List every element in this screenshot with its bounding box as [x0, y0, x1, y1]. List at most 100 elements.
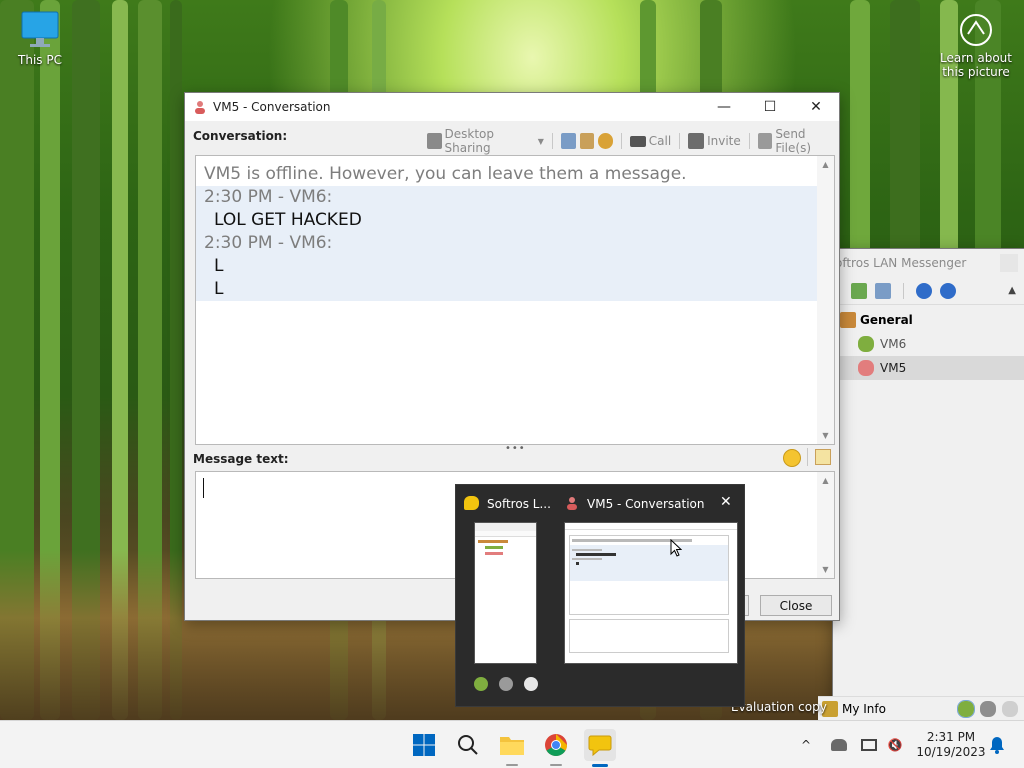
status-offline-icon[interactable] [1002, 700, 1018, 717]
text-cursor [203, 478, 204, 498]
cursor-icon [670, 539, 682, 557]
display-icon[interactable] [858, 721, 880, 768]
status-away-icon[interactable] [499, 677, 513, 691]
open-folder-icon[interactable] [851, 282, 867, 299]
send-files-button[interactable]: Send File(s) [757, 127, 839, 155]
invite-icon [688, 133, 705, 149]
desktop-sharing-button[interactable]: Desktop Sharing ▼ [427, 127, 544, 155]
message-line: VM5 is offline. However, you can leave t… [204, 164, 687, 184]
minimize-icon[interactable]: — [701, 93, 747, 121]
conversation-label: Conversation: [193, 129, 288, 143]
scroll-down-icon[interactable]: ▼ [817, 565, 834, 574]
close-button[interactable]: Close [760, 595, 832, 616]
info-icon[interactable] [940, 282, 956, 299]
close-icon[interactable]: ✕ [720, 494, 732, 510]
clock[interactable]: 2:31 PM 10/19/2023 [914, 721, 988, 768]
messenger-close-icon[interactable] [1000, 254, 1018, 272]
window-title: VM5 - Conversation [213, 100, 331, 114]
message-scrollbar[interactable]: ▲ ▼ [817, 472, 834, 578]
user-name: VM5 [880, 361, 907, 375]
emoji-icon[interactable] [783, 449, 801, 467]
user-name: VM6 [880, 337, 907, 351]
message-list: VM5 is offline. However, you can leave t… [196, 163, 817, 301]
user-offline-icon [858, 360, 874, 376]
send-file-icon [757, 133, 773, 149]
history-icon[interactable] [560, 133, 576, 149]
call-button[interactable]: Call [629, 134, 672, 148]
message-line: L [196, 278, 817, 301]
scroll-up-icon[interactable]: ▲ [817, 476, 834, 485]
status-offline-icon[interactable] [524, 677, 538, 691]
help-icon[interactable] [916, 282, 932, 299]
history-icon[interactable] [875, 282, 891, 299]
message-line: LOL GET HACKED [196, 209, 817, 232]
search-button[interactable] [452, 729, 484, 761]
message-label: Message text: [193, 452, 289, 466]
messenger-icon [588, 735, 612, 757]
group-icon [840, 312, 856, 328]
this-pc-icon[interactable]: This PC [12, 10, 68, 67]
status-online-icon[interactable] [474, 677, 488, 691]
group-general[interactable]: General [840, 308, 1024, 332]
user-vm5[interactable]: VM5 [840, 356, 1024, 380]
messenger-toolbar: ▲ [833, 277, 1024, 305]
chevron-down-icon: ▼ [537, 136, 544, 146]
status-away-icon[interactable] [980, 700, 996, 717]
thumb-title-1[interactable]: Softros L... [487, 497, 551, 511]
collapse-icon[interactable]: ▲ [1008, 285, 1016, 296]
network-icon[interactable] [828, 721, 850, 768]
folder-icon [500, 737, 524, 755]
taskbar: ^ 🔇 2:31 PM 10/19/2023 [0, 720, 1024, 768]
clock-time: 2:31 PM [926, 730, 976, 744]
user-offline-icon [567, 497, 577, 510]
conversation-titlebar: VM5 - Conversation — ☐ ✕ [185, 93, 839, 121]
thumbnail-messenger[interactable] [474, 522, 537, 664]
bell-icon [990, 737, 1004, 754]
close-icon[interactable]: ✕ [793, 93, 839, 121]
scroll-up-icon[interactable]: ▲ [817, 160, 834, 169]
desktop-sharing-label: Desktop Sharing [444, 127, 495, 155]
monitor-icon [21, 11, 59, 47]
message-line: 2:30 PM - VM6: [196, 186, 817, 209]
call-label: Call [648, 134, 672, 148]
learn-about-picture[interactable]: Learn about this picture [940, 12, 1012, 79]
start-button[interactable] [408, 729, 440, 761]
format-icon[interactable] [815, 449, 831, 465]
user-online-icon [858, 336, 874, 352]
tray-overflow-icon[interactable]: ^ [796, 721, 816, 768]
settings-icon[interactable] [598, 133, 613, 149]
conversation-view[interactable]: VM5 is offline. However, you can leave t… [195, 155, 835, 445]
contacts-icon[interactable] [579, 133, 595, 149]
conversation-toolbar: Desktop Sharing ▼ Call Invite Send File(… [427, 127, 839, 155]
chrome-icon [545, 734, 567, 756]
desktop-sharing-icon [427, 133, 442, 149]
group-label: General [860, 313, 913, 327]
learn-label-2: this picture [942, 65, 1010, 79]
message-line: 2:30 PM - VM6: [196, 232, 817, 255]
this-pc-label: This PC [18, 53, 62, 67]
scroll-down-icon[interactable]: ▼ [817, 431, 834, 440]
user-vm6[interactable]: VM6 [840, 332, 1024, 356]
messenger-title: oftros LAN Messenger [835, 256, 967, 270]
softros-messenger-button[interactable] [584, 729, 616, 761]
conversation-scrollbar[interactable]: ▲ ▼ [817, 156, 834, 444]
maximize-icon[interactable]: ☐ [747, 93, 793, 121]
thumbnail-conversation[interactable] [564, 522, 738, 664]
learn-label-1: Learn about [940, 51, 1012, 65]
search-icon [458, 735, 478, 755]
chrome-button[interactable] [540, 729, 572, 761]
invite-button[interactable]: Invite [688, 133, 741, 149]
evaluation-text: Evaluation copy [731, 700, 827, 714]
status-online-icon[interactable] [957, 699, 975, 718]
softros-icon [464, 496, 479, 510]
my-info-button[interactable]: My Info [842, 702, 886, 716]
splitter-handle[interactable]: ••• [505, 443, 526, 454]
volume-muted-icon[interactable]: 🔇 [884, 721, 906, 768]
file-explorer-button[interactable] [496, 729, 528, 761]
messenger-statusbar: My Info [818, 696, 1024, 720]
message-line: L [196, 255, 817, 278]
invite-label: Invite [707, 134, 741, 148]
notification-bell-icon[interactable] [986, 721, 1008, 768]
thumb-title-2[interactable]: VM5 - Conversation [587, 497, 705, 511]
clock-date: 10/19/2023 [916, 745, 986, 759]
